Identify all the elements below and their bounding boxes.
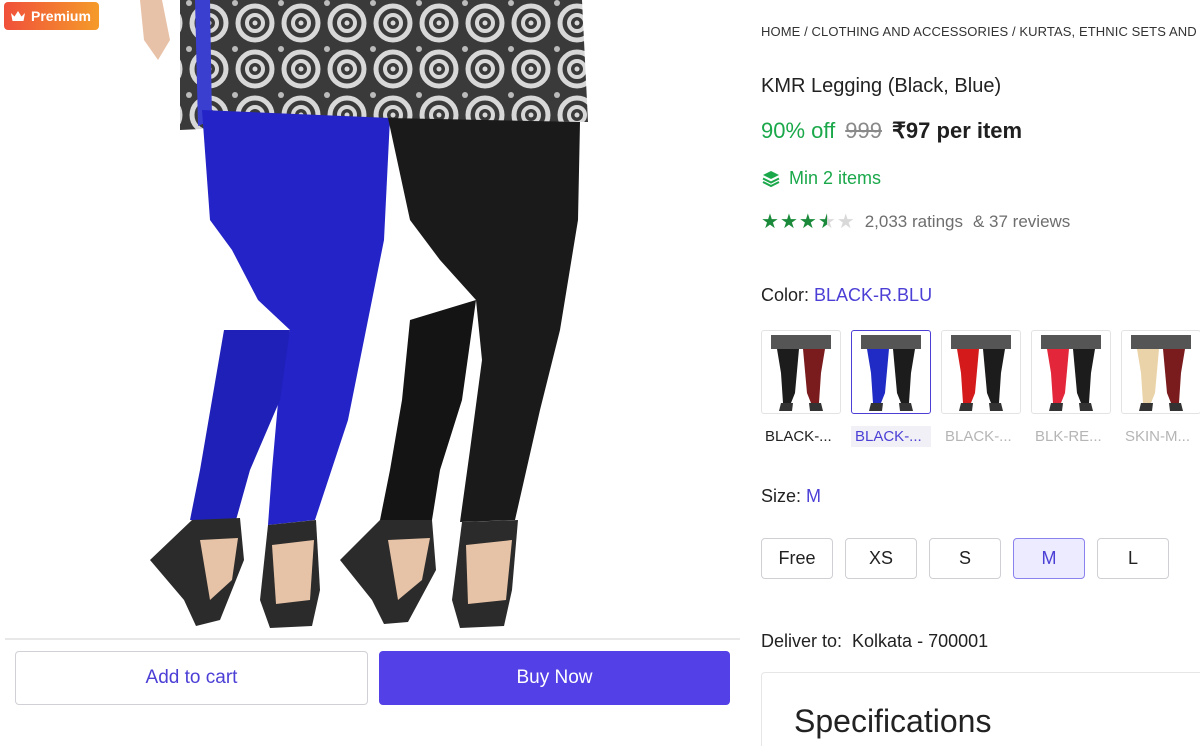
- product-page: Premium Add to cart Buy Now HOME / CLOTH…: [0, 0, 1200, 746]
- swatch-label: BLACK-...: [945, 428, 1012, 445]
- product-image-pane: Premium: [0, 0, 740, 640]
- mrp-price: 999: [845, 118, 882, 143]
- size-option[interactable]: S: [929, 538, 1001, 579]
- product-details: HOME / CLOTHING AND ACCESSORIES / KURTAS…: [761, 0, 1200, 746]
- swatch-image: [851, 330, 931, 414]
- swatch-image: [761, 330, 841, 414]
- size-option[interactable]: M: [1013, 538, 1085, 579]
- size-options: Free XS S M L: [761, 538, 1169, 579]
- color-swatches: BLACK-... BLACK-... BLACK-... BLK-RE... SKIN…: [761, 330, 1200, 447]
- color-label: Color: BLACK-R.BLU: [761, 285, 932, 306]
- specifications-card: Specifications: [761, 672, 1200, 746]
- price-row: 90% off 999 ₹97 per item: [761, 118, 1022, 144]
- specifications-title: Specifications: [794, 703, 992, 739]
- swatch-label: BLACK-...: [765, 428, 832, 445]
- purchase-actions: Add to cart Buy Now: [15, 651, 730, 705]
- delivery-info[interactable]: Deliver to: Kolkata - 700001: [761, 631, 988, 652]
- color-swatch[interactable]: BLACK-...: [851, 330, 931, 447]
- size-option[interactable]: XS: [845, 538, 917, 579]
- swatch-image: [1121, 330, 1200, 414]
- color-swatch[interactable]: BLACK-...: [761, 330, 841, 447]
- selected-color: BLACK-R.BLU: [814, 285, 933, 305]
- premium-badge-label: Premium: [31, 8, 91, 24]
- half-star-icon: ★: [817, 211, 836, 233]
- color-swatch[interactable]: SKIN-M...: [1121, 330, 1200, 447]
- discount-text: 90% off: [761, 118, 836, 143]
- crown-icon: [11, 11, 25, 21]
- min-items-label: Min 2 items: [789, 168, 882, 188]
- star-icon: ★: [779, 211, 798, 233]
- size-option[interactable]: L: [1097, 538, 1169, 579]
- color-swatch[interactable]: BLK-RE...: [1031, 330, 1111, 447]
- breadcrumb[interactable]: HOME / CLOTHING AND ACCESSORIES / KURTAS…: [761, 24, 1200, 39]
- layers-icon: [762, 170, 780, 187]
- selling-price: ₹97 per item: [891, 118, 1023, 143]
- size-label: Size: M: [761, 486, 821, 507]
- color-label-text: Color:: [761, 285, 810, 305]
- buy-now-button[interactable]: Buy Now: [379, 651, 730, 705]
- swatch-image: [941, 330, 1021, 414]
- premium-badge: Premium: [4, 2, 99, 30]
- swatch-label: BLK-RE...: [1035, 428, 1102, 445]
- selected-size: M: [806, 486, 822, 506]
- star-rating: ★ ★ ★ ★ ★: [761, 212, 855, 232]
- rating-row[interactable]: ★ ★ ★ ★ ★ 2,033 ratings & 37 reviews: [761, 212, 1070, 232]
- add-to-cart-button[interactable]: Add to cart: [15, 651, 368, 705]
- product-title: KMR Legging (Black, Blue): [761, 75, 1002, 97]
- swatch-label: SKIN-M...: [1125, 428, 1191, 445]
- reviews-count: & 37 reviews: [972, 212, 1071, 231]
- size-option[interactable]: Free: [761, 538, 833, 579]
- image-divider: [5, 638, 740, 640]
- swatch-image: [1031, 330, 1111, 414]
- ratings-count: 2,033 ratings: [864, 212, 963, 231]
- color-swatch[interactable]: BLACK-...: [941, 330, 1021, 447]
- size-label-text: Size:: [761, 486, 802, 506]
- swatch-label: BLACK-...: [851, 426, 931, 447]
- deliver-to-label: Deliver to:: [761, 631, 843, 651]
- product-image[interactable]: [140, 0, 600, 640]
- empty-star-icon: ★: [836, 211, 855, 233]
- delivery-location: Kolkata - 700001: [852, 631, 989, 651]
- star-icon: ★: [761, 211, 779, 233]
- star-icon: ★: [798, 211, 817, 233]
- min-items-note: Min 2 items: [761, 168, 881, 189]
